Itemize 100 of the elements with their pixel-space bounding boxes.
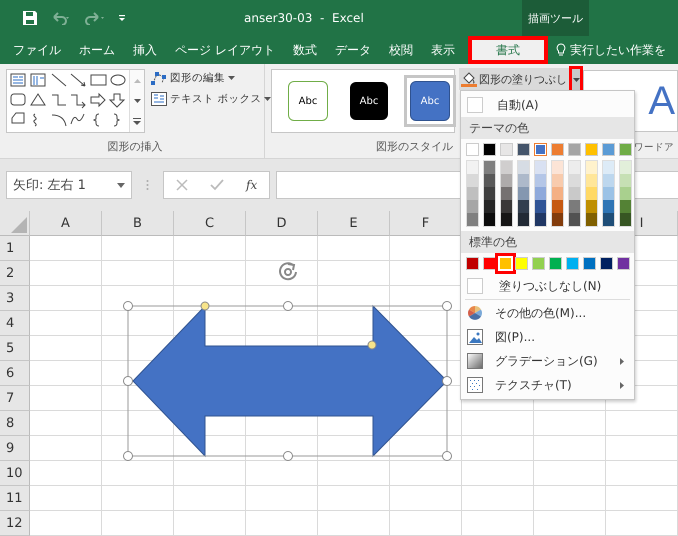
cancel-icon[interactable]	[176, 179, 188, 191]
color-swatch[interactable]	[569, 174, 580, 187]
column-header[interactable]: D	[246, 211, 318, 236]
color-swatch[interactable]	[534, 143, 547, 156]
scroll-down-icon[interactable]	[134, 99, 140, 104]
menu-item[interactable]: テクスチャ(T)	[461, 373, 634, 397]
color-swatch[interactable]	[500, 143, 513, 156]
color-swatch[interactable]	[600, 257, 613, 270]
color-swatch[interactable]	[617, 257, 630, 270]
color-swatch[interactable]	[569, 187, 580, 200]
color-swatch[interactable]	[484, 213, 495, 226]
ribbon-tab[interactable]: 表示	[422, 36, 464, 64]
resize-handle[interactable]	[442, 301, 452, 311]
color-swatch[interactable]	[518, 187, 529, 200]
color-swatch[interactable]	[535, 213, 546, 226]
resize-handle[interactable]	[123, 451, 133, 461]
color-swatch[interactable]	[569, 213, 580, 226]
check-icon[interactable]	[210, 179, 224, 191]
color-swatch[interactable]	[585, 143, 598, 156]
row-header[interactable]: 1	[0, 236, 30, 261]
color-swatch[interactable]	[603, 161, 614, 174]
ribbon-tab[interactable]: 書式	[468, 36, 548, 64]
color-swatch[interactable]	[501, 187, 512, 200]
shape-fill-button[interactable]: 図形の塗りつぶし	[459, 68, 569, 90]
color-swatch[interactable]	[517, 143, 530, 156]
menu-item[interactable]: 自動(A)	[461, 93, 634, 117]
color-swatch[interactable]	[620, 213, 631, 226]
adjustment-handle[interactable]	[200, 302, 210, 310]
style-preset[interactable]: Abc	[344, 76, 394, 126]
resize-handle[interactable]	[283, 451, 293, 461]
color-swatch[interactable]	[551, 143, 564, 156]
style-preset[interactable]: Abc	[404, 75, 456, 127]
resize-handle[interactable]	[442, 376, 452, 386]
color-swatch[interactable]	[586, 213, 597, 226]
style-gallery[interactable]: Abc Abc Abc	[271, 69, 455, 133]
ribbon-tab[interactable]: 校閲	[380, 36, 422, 64]
row-header[interactable]: 7	[0, 386, 30, 411]
color-swatch[interactable]	[532, 257, 545, 270]
style-preset[interactable]: Abc	[282, 75, 334, 127]
redo-icon[interactable]	[84, 11, 106, 25]
color-swatch[interactable]	[483, 257, 496, 270]
ribbon-tab[interactable]: 数式	[284, 36, 326, 64]
insert-function-button[interactable]: fx	[246, 178, 258, 192]
select-all-icon[interactable]	[11, 217, 27, 233]
color-swatch[interactable]	[535, 174, 546, 187]
color-swatch[interactable]	[518, 213, 529, 226]
color-swatch[interactable]	[603, 200, 614, 213]
customize-icon[interactable]	[118, 14, 126, 22]
adjustment-handle[interactable]	[368, 340, 376, 350]
ribbon-command[interactable]: テキスト ボックス	[151, 92, 272, 106]
color-swatch[interactable]	[535, 187, 546, 200]
color-swatch[interactable]	[466, 143, 479, 156]
name-box[interactable]: 矢印: 左右 1	[6, 171, 132, 199]
tell-me-field[interactable]: 実行したい作業を	[570, 42, 666, 58]
color-swatch[interactable]	[619, 143, 632, 156]
ribbon-tab[interactable]: ファイル	[4, 36, 70, 64]
color-swatch[interactable]	[518, 174, 529, 187]
row-header[interactable]: 6	[0, 361, 30, 386]
color-swatch[interactable]	[620, 200, 631, 213]
color-swatch[interactable]	[467, 161, 478, 174]
resize-handle[interactable]	[442, 451, 452, 461]
row-header[interactable]: 5	[0, 336, 30, 361]
color-swatch[interactable]	[484, 200, 495, 213]
color-swatch[interactable]	[620, 174, 631, 187]
row-header[interactable]: 12	[0, 511, 30, 536]
color-swatch[interactable]	[518, 161, 529, 174]
color-swatch[interactable]	[568, 143, 581, 156]
resize-handle[interactable]	[123, 376, 133, 386]
row-header[interactable]: 10	[0, 461, 30, 486]
column-header[interactable]: F	[390, 211, 462, 236]
menu-item[interactable]: 図(P)...	[461, 325, 634, 349]
color-swatch[interactable]	[501, 213, 512, 226]
resize-handle[interactable]	[123, 301, 133, 311]
color-swatch[interactable]	[620, 187, 631, 200]
color-swatch[interactable]	[467, 187, 478, 200]
color-swatch[interactable]	[566, 257, 579, 270]
color-swatch[interactable]	[603, 187, 614, 200]
row-header[interactable]: 11	[0, 486, 30, 511]
color-swatch[interactable]	[467, 200, 478, 213]
row-header[interactable]: 4	[0, 311, 30, 336]
color-swatch[interactable]	[603, 213, 614, 226]
column-header[interactable]: C	[174, 211, 246, 236]
ribbon-tab[interactable]: ホーム	[70, 36, 124, 64]
color-swatch[interactable]	[586, 161, 597, 174]
scroll-up-icon[interactable]	[134, 79, 140, 84]
color-swatch[interactable]	[549, 257, 562, 270]
color-swatch[interactable]	[586, 174, 597, 187]
color-swatch[interactable]	[484, 187, 495, 200]
color-swatch[interactable]	[501, 161, 512, 174]
color-swatch[interactable]	[583, 257, 596, 270]
color-swatch[interactable]	[552, 161, 563, 174]
color-swatch[interactable]	[552, 213, 563, 226]
color-swatch[interactable]	[518, 200, 529, 213]
color-swatch[interactable]	[501, 174, 512, 187]
color-swatch[interactable]	[552, 174, 563, 187]
column-header[interactable]: B	[102, 211, 174, 236]
color-swatch[interactable]	[495, 253, 516, 274]
resize-handle[interactable]	[283, 301, 293, 311]
shape-gallery[interactable]	[6, 69, 145, 133]
color-swatch[interactable]	[586, 200, 597, 213]
